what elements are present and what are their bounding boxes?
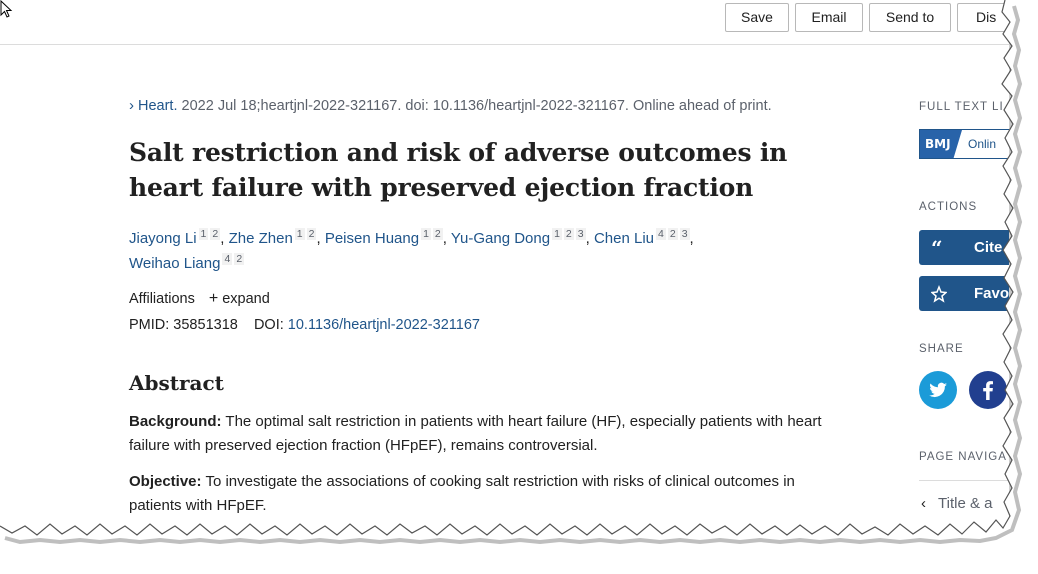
- affiliation-refs[interactable]: 12: [293, 228, 317, 240]
- identifiers-row: PMID: 35851318 DOI: 10.1136/heartjnl-202…: [129, 317, 480, 333]
- doi-label: DOI:: [253, 317, 284, 333]
- save-button[interactable]: Save: [725, 3, 789, 32]
- plus-icon[interactable]: +: [209, 290, 218, 307]
- favorites-label: Favo: [974, 285, 1010, 302]
- display-options-button[interactable]: Dis: [957, 3, 1009, 32]
- author-link[interactable]: Peisen Huang: [325, 230, 419, 247]
- author-link[interactable]: Yu-Gang Dong: [451, 230, 550, 247]
- affiliation-refs[interactable]: 423: [654, 228, 690, 240]
- author-link[interactable]: Zhe Zhen: [229, 230, 293, 247]
- affiliations-label: Affiliations: [129, 291, 195, 307]
- email-button[interactable]: Email: [795, 3, 863, 32]
- twitter-icon: [919, 371, 957, 409]
- star-icon: [930, 276, 949, 324]
- bmj-logo: BMJ: [920, 130, 962, 158]
- bmj-full-text-link[interactable]: BMJ Onlin: [919, 129, 1009, 159]
- author-link[interactable]: Weihao Liang: [129, 255, 220, 272]
- chevron-left-icon: ‹: [921, 495, 926, 512]
- favorites-button[interactable]: Favo: [919, 276, 1010, 311]
- author-list: Jiayong Li 1 2, Zhe Zhen 1 2, Peisen Huang 1 2…: [129, 228, 694, 272]
- pmid: PMID: 35851318: [129, 317, 238, 333]
- article-title: Salt restriction and risk of adverse out…: [129, 138, 788, 202]
- pubmed-article-page: Save Email Send to Dis › Heart. 2022 Jul …: [0, 0, 1010, 548]
- svg-text:“: “: [931, 236, 943, 260]
- abstract-objective: Objective: To investigate the associatio…: [129, 473, 795, 514]
- expand-affiliations-button[interactable]: expand: [222, 291, 270, 307]
- share-label: SHARE: [919, 343, 964, 355]
- abstract-heading: Abstract: [129, 371, 224, 395]
- doi-link[interactable]: 10.1136/heartjnl-2022-321167: [288, 317, 480, 333]
- citation-details: 2022 Jul 18;heartjnl-2022-321167. doi: 1…: [181, 98, 772, 114]
- twitter-share-button[interactable]: [919, 371, 957, 409]
- page-navigation-label: PAGE NAVIGAT: [919, 451, 1010, 463]
- actions-label: ACTIONS: [919, 201, 978, 213]
- cite-label: Cite: [974, 239, 1003, 256]
- author-link[interactable]: Jiayong Li: [129, 230, 197, 247]
- abstract-background: Background: The optimal salt restriction…: [129, 413, 822, 454]
- bmj-link-text: Onlin: [968, 137, 997, 151]
- page-nav-title-label: Title & a: [938, 495, 993, 512]
- page-nav-title-item[interactable]: ‹ Title & a: [919, 480, 1009, 528]
- citation-line: › Heart. 2022 Jul 18;heartjnl-2022-321167…: [129, 97, 772, 114]
- full-text-links-label: FULL TEXT LI: [919, 101, 1004, 113]
- affiliation-refs[interactable]: 123: [550, 228, 586, 240]
- quote-icon: “: [931, 230, 949, 278]
- top-toolbar: Save Email Send to Dis: [0, 0, 1009, 45]
- facebook-share-button[interactable]: [969, 371, 1007, 409]
- mouse-cursor-icon: [0, 0, 13, 18]
- affiliation-refs[interactable]: 12: [197, 228, 221, 240]
- facebook-icon: [969, 371, 1007, 409]
- author-link[interactable]: Chen Liu: [594, 230, 654, 247]
- cite-button[interactable]: “ Cite: [919, 230, 1009, 265]
- send-to-button[interactable]: Send to: [869, 3, 951, 32]
- journal-link[interactable]: Heart.: [138, 98, 178, 114]
- affiliations-row: Affiliations + expand: [129, 290, 270, 308]
- chevron-right-icon: ›: [129, 97, 134, 114]
- affiliation-refs[interactable]: 12: [419, 228, 443, 240]
- affiliation-refs[interactable]: 42: [220, 253, 245, 265]
